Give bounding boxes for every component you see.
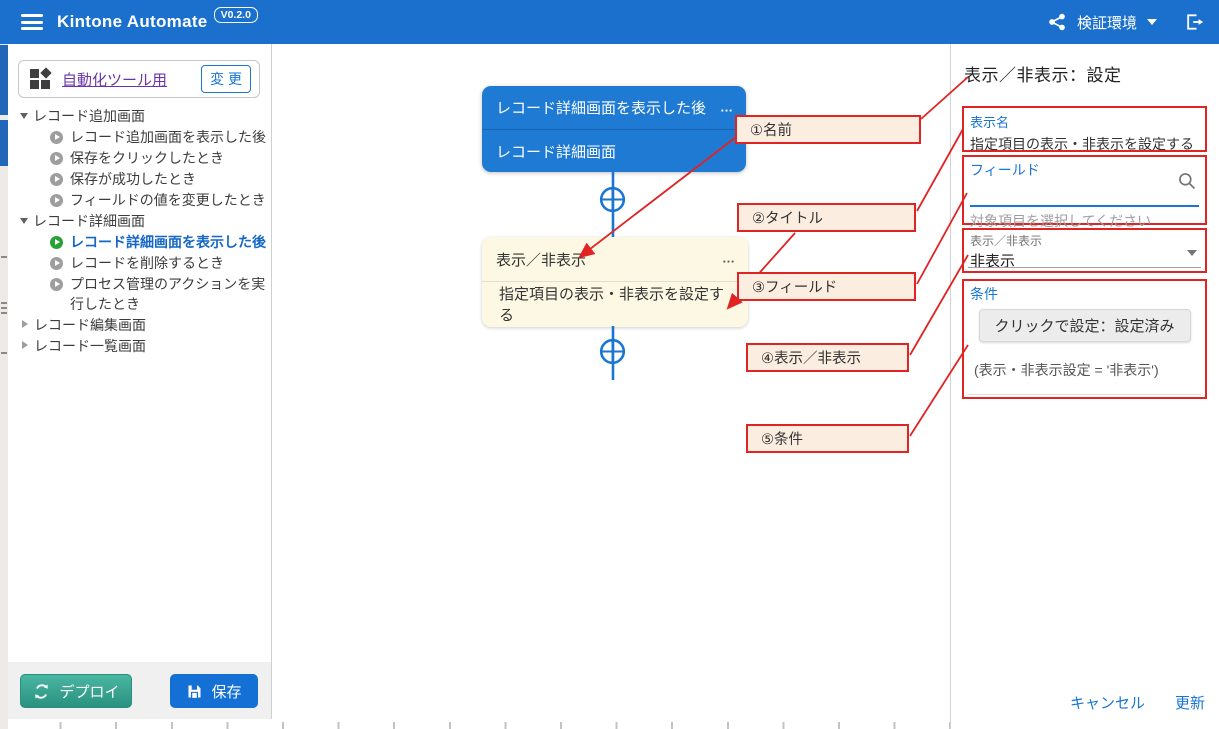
sidebar-item-after-detail-shown[interactable]: レコード詳細画面を表示した後 xyxy=(8,232,271,253)
visibility-dropdown[interactable]: 表示／非表示 非表示 xyxy=(962,228,1207,273)
update-link[interactable]: 更新 xyxy=(1175,692,1205,713)
sidebar-item-record-edit-screen[interactable]: レコード編集画面 xyxy=(8,315,271,336)
environment-dropdown-caret-icon[interactable] xyxy=(1147,19,1157,25)
app-selector: 自動化ツール用 変 更 xyxy=(18,60,260,98)
action-node-subtitle: 指定項目の表示・非表示を設定する xyxy=(482,282,748,326)
sidebar-item-save-clicked[interactable]: 保存をクリックしたとき xyxy=(8,148,271,169)
kintone-automate-app: Kintone Automate V0.2.0 検証環境 自動化ツール用 変 更 xyxy=(0,0,1219,729)
condition-label: 条件 xyxy=(970,284,1199,304)
change-app-button[interactable]: 変 更 xyxy=(201,65,251,93)
logout-icon[interactable] xyxy=(1183,12,1205,32)
event-play-icon xyxy=(50,257,63,270)
event-play-icon-active xyxy=(50,236,63,249)
condition-section: 条件 クリックで設定：設定済み (表示・非表示設定 = '非表示') xyxy=(962,279,1207,399)
display-name-label: 表示名 xyxy=(970,112,1199,131)
hamburger-menu-icon[interactable] xyxy=(21,14,43,30)
display-name-value[interactable]: 指定項目の表示・非表示を設定する xyxy=(970,134,1199,154)
trigger-node[interactable]: レコード詳細画面を表示した後 … レコード詳細画面 xyxy=(482,86,746,172)
sidebar-item-record-add-screen[interactable]: レコード追加画面 xyxy=(8,106,271,127)
sidebar: 自動化ツール用 変 更 レコード追加画面 レコード追加画面を表示した後 保存をク… xyxy=(8,44,272,719)
sidebar-item-field-changed[interactable]: フィールドの値を変更したとき xyxy=(8,190,271,211)
sidebar-footer: デプロイ 保存 xyxy=(8,662,271,719)
event-play-icon xyxy=(50,152,63,165)
field-label: フィールド xyxy=(970,160,1199,180)
share-icon[interactable] xyxy=(1047,12,1067,32)
tree-expanded-icon xyxy=(20,218,28,224)
condition-set-button[interactable]: クリックで設定：設定済み xyxy=(979,309,1191,342)
sidebar-item-process-action[interactable]: プロセス管理のアクションを実行したとき xyxy=(8,274,271,315)
more-options-icon[interactable]: … xyxy=(720,99,734,114)
app-title: Kintone Automate xyxy=(57,12,208,32)
sync-icon xyxy=(32,682,51,701)
annotation-name: ①名前 xyxy=(735,115,921,144)
deploy-button[interactable]: デプロイ xyxy=(20,674,132,708)
event-play-icon xyxy=(50,173,63,186)
tree-collapsed-icon xyxy=(22,341,28,349)
trigger-node-title: レコード詳細画面を表示した後 xyxy=(496,97,706,118)
sidebar-item-record-list-screen[interactable]: レコード一覧画面 xyxy=(8,336,271,357)
app-name-link[interactable]: 自動化ツール用 xyxy=(62,69,167,90)
event-play-icon xyxy=(50,131,63,144)
settings-panel: 表示／非表示：設定 表示名 指定項目の表示・非表示を設定する フィールド 対象項… xyxy=(950,44,1219,729)
field-search-input[interactable] xyxy=(970,180,1199,207)
event-tree: レコード追加画面 レコード追加画面を表示した後 保存をクリックしたとき 保存が成… xyxy=(8,106,271,357)
annotation-condition: ⑤条件 xyxy=(746,424,909,453)
more-options-icon[interactable]: … xyxy=(722,250,736,265)
dropdown-underline xyxy=(968,267,1201,268)
save-button[interactable]: 保存 xyxy=(170,674,258,708)
action-node[interactable]: 表示／非表示 … 指定項目の表示・非表示を設定する xyxy=(482,237,748,327)
field-selector: フィールド 対象項目を選択してください xyxy=(962,155,1207,225)
tree-collapsed-icon xyxy=(22,320,28,328)
add-step-button[interactable] xyxy=(599,338,626,365)
tree-expanded-icon xyxy=(20,113,28,119)
kintone-app-icon xyxy=(29,67,53,91)
display-name-field: 表示名 指定項目の表示・非表示を設定する xyxy=(962,106,1207,152)
annotation-field: ③フィールド xyxy=(737,272,916,301)
environment-label: 検証環境 xyxy=(1077,12,1137,33)
trigger-node-subtitle: レコード詳細画面 xyxy=(482,130,746,172)
event-play-icon xyxy=(50,194,63,207)
browser-edge-strip xyxy=(0,44,8,729)
sidebar-item-record-detail-screen[interactable]: レコード詳細画面 xyxy=(8,211,271,232)
event-play-icon xyxy=(50,278,63,291)
save-floppy-icon xyxy=(186,683,203,700)
add-step-button[interactable] xyxy=(599,186,626,213)
annotation-visibility: ④表示／非表示 xyxy=(746,343,909,372)
condition-expression: (表示・非表示設定 = '非表示') xyxy=(970,360,1199,380)
dropdown-caret-icon xyxy=(1187,250,1197,256)
annotation-title: ②タイトル xyxy=(737,203,916,232)
sidebar-item-record-delete[interactable]: レコードを削除するとき xyxy=(8,253,271,274)
version-badge: V0.2.0 xyxy=(214,7,258,23)
panel-title: 表示／非表示：設定 xyxy=(964,61,1122,86)
visibility-label: 表示／非表示 xyxy=(970,232,1199,249)
cancel-link[interactable]: キャンセル xyxy=(1070,692,1145,713)
sidebar-item-save-succeeded[interactable]: 保存が成功したとき xyxy=(8,169,271,190)
search-icon xyxy=(1177,171,1197,196)
action-node-title: 表示／非表示 xyxy=(496,249,586,270)
divider xyxy=(968,394,1201,395)
app-header: Kintone Automate V0.2.0 検証環境 xyxy=(0,0,1219,44)
sidebar-item-after-add-shown[interactable]: レコード追加画面を表示した後 xyxy=(8,127,271,148)
